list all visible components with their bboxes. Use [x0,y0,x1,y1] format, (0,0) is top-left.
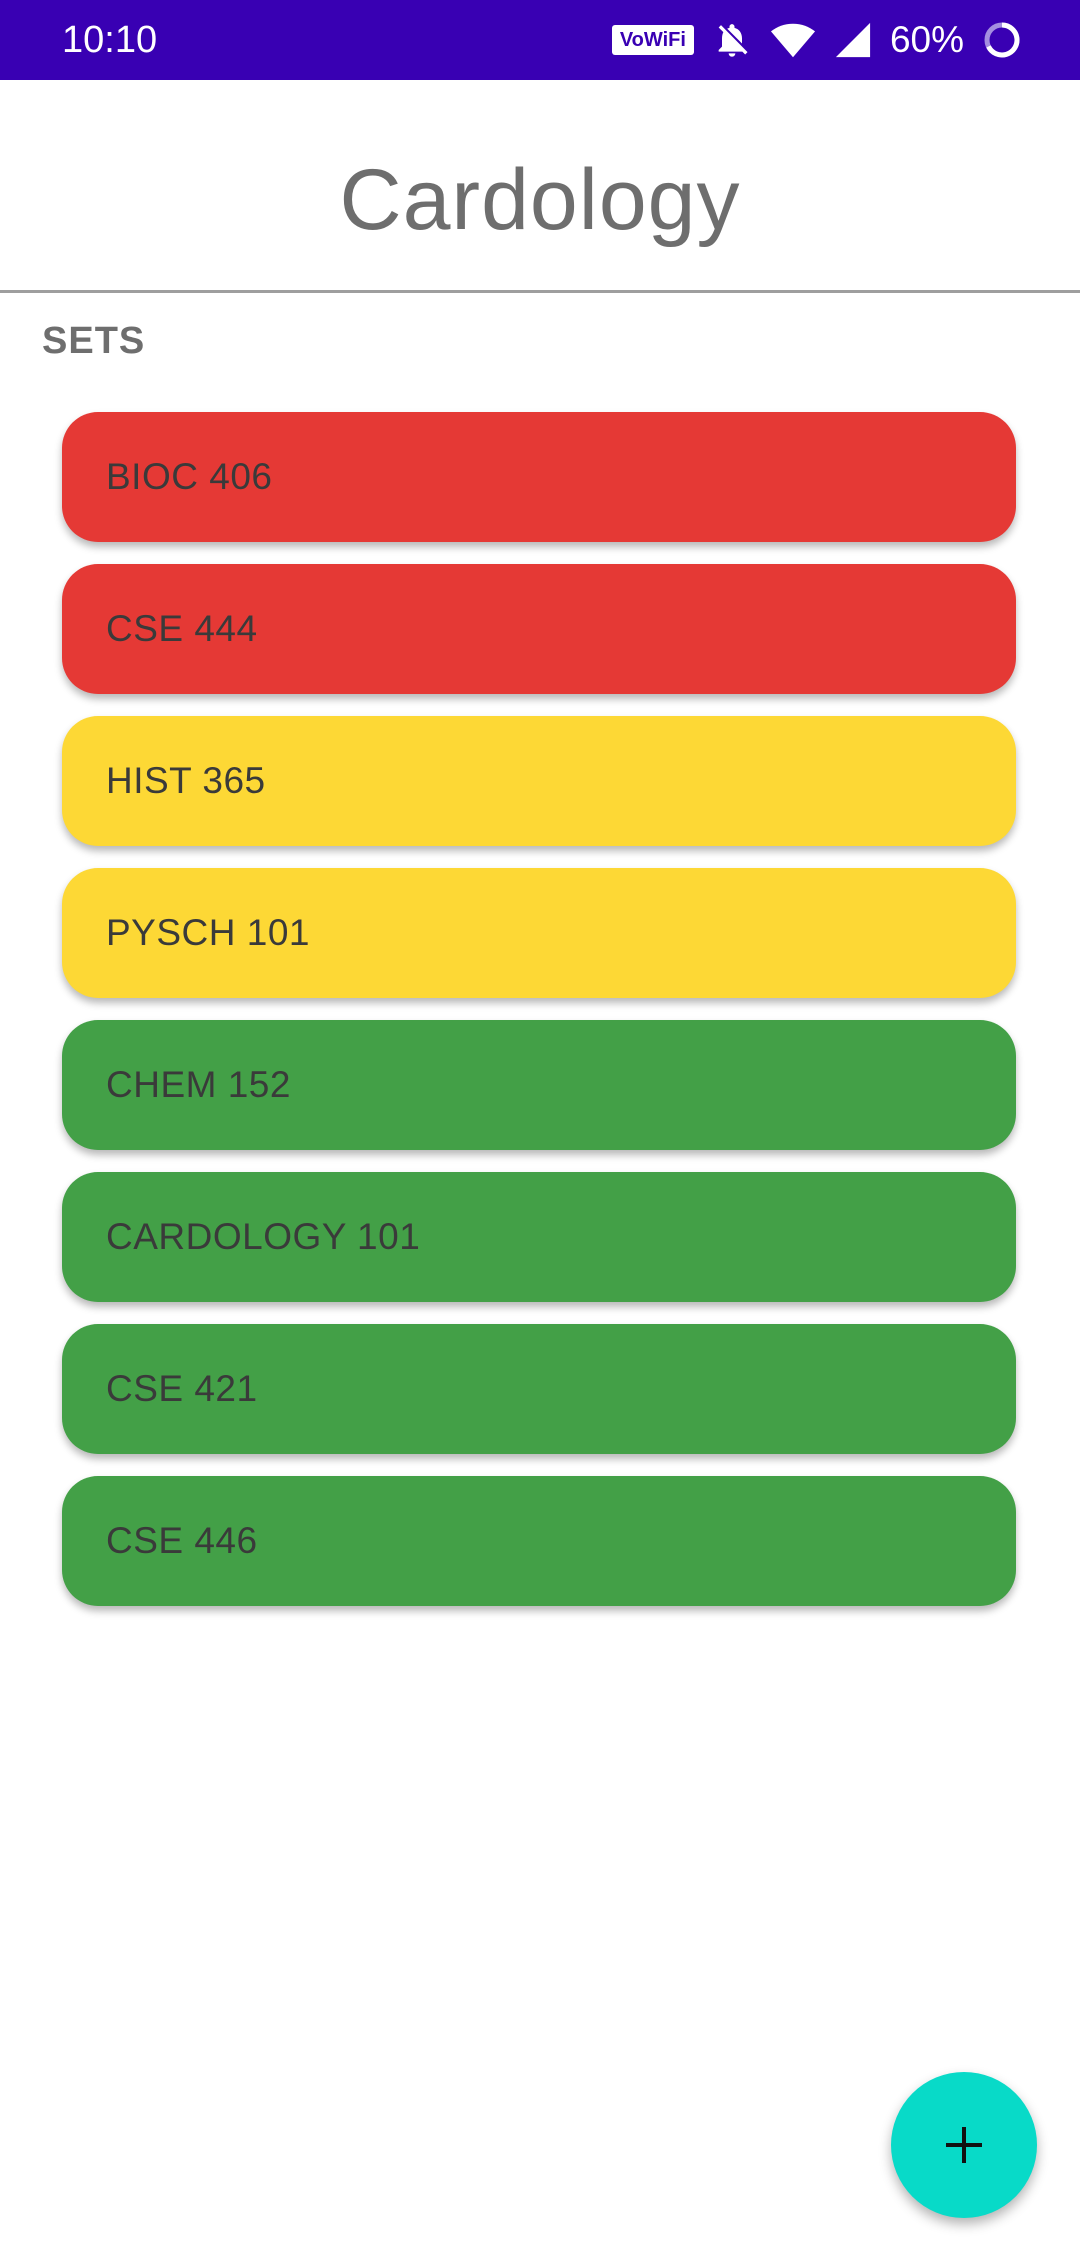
plus-icon [946,2127,982,2163]
status-bar: 10:10 VoWiFi 60% [0,0,1080,80]
set-item-bioc-406[interactable]: BIOC 406 [62,412,1016,542]
header: Cardology [0,80,1080,290]
set-item-hist-365[interactable]: HIST 365 [62,716,1016,846]
set-item-cse-446[interactable]: CSE 446 [62,1476,1016,1606]
set-item-label: PYSCH 101 [106,912,310,953]
set-item-label: HIST 365 [106,760,266,801]
sets-list: BIOC 406 CSE 444 HIST 365 PYSCH 101 CHEM… [62,412,1016,1628]
status-icons: VoWiFi 60% [611,14,1022,66]
set-item-label: CARDOLOGY 101 [106,1216,421,1257]
set-item-label: CSE 446 [106,1520,258,1561]
set-item-cse-444[interactable]: CSE 444 [62,564,1016,694]
header-divider [0,290,1080,293]
vowifi-icon: VoWiFi [611,25,694,55]
add-set-button[interactable] [891,2072,1037,2218]
wifi-icon [770,20,816,60]
set-item-chem-152[interactable]: CHEM 152 [62,1020,1016,1150]
set-item-label: CSE 421 [106,1368,258,1409]
page-title: Cardology [339,152,741,248]
set-item-label: CSE 444 [106,608,258,649]
battery-percent: 60% [889,19,964,60]
battery-ring-icon [982,20,1022,60]
set-item-cardology-101[interactable]: CARDOLOGY 101 [62,1172,1016,1302]
sets-section-label: SETS [42,320,146,362]
bell-off-icon [712,20,752,60]
cell-signal-icon [834,21,872,59]
status-time: 10:10 [62,19,158,61]
set-item-label: CHEM 152 [106,1064,291,1105]
set-item-label: BIOC 406 [106,456,273,497]
set-item-cse-421[interactable]: CSE 421 [62,1324,1016,1454]
set-item-pysch-101[interactable]: PYSCH 101 [62,868,1016,998]
